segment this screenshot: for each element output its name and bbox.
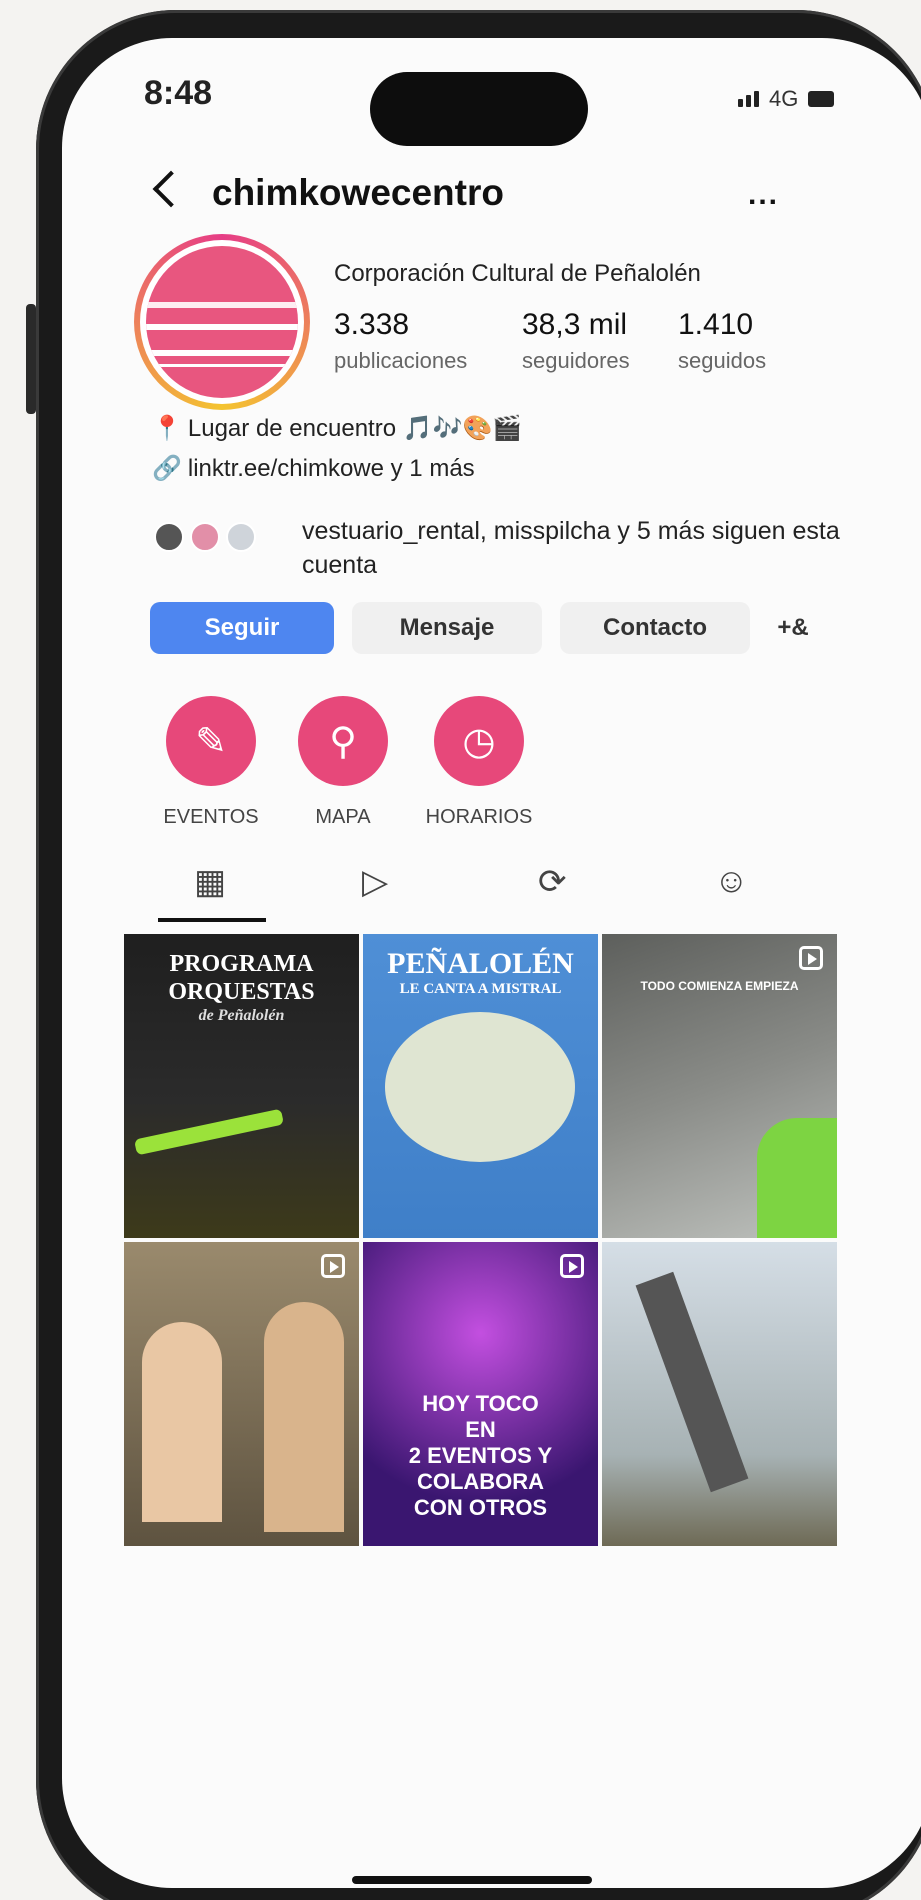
highlight-label: EVENTOS	[163, 806, 259, 828]
highlight-mapa[interactable]: ⚲ MAPA	[278, 696, 408, 829]
post-caption: PROGRAMA	[169, 951, 314, 977]
message-button[interactable]: Mensaje	[352, 602, 542, 654]
post-tile[interactable]: HOY TOCO EN 2 EVENTOS Y COLABORA CON OTR…	[363, 1242, 598, 1546]
stat-posts[interactable]: 3.338 publicaciones	[334, 308, 467, 374]
post-caption: EN	[465, 1417, 496, 1442]
profile-header: chimkowecentro ...	[62, 158, 921, 228]
stat-number: 38,3 mil	[522, 308, 628, 341]
contact-button[interactable]: Contacto	[560, 602, 750, 654]
home-indicator	[352, 1876, 592, 1884]
post-caption: 2 EVENTOS Y	[408, 1443, 553, 1468]
green-shape	[757, 1118, 837, 1238]
back-icon[interactable]	[152, 170, 190, 208]
profile-tabs: ▦ ▷ ⟳ ☺	[62, 844, 921, 914]
more-options-icon[interactable]: ...	[748, 178, 779, 212]
link-icon: 🔗	[152, 455, 182, 482]
post-caption: ORQUESTAS	[168, 979, 315, 1005]
status-indicators: 4G	[738, 86, 835, 112]
dynamic-island	[370, 72, 588, 146]
reposts-tab-icon[interactable]: ⟳	[538, 862, 567, 902]
post-tile[interactable]: TODO COMIENZA EMPIEZA	[602, 934, 837, 1238]
username-title: chimkowecentro	[212, 172, 504, 213]
post-caption: LE CANTA A MISTRAL	[399, 981, 562, 997]
bio-line: 📍 Lugar de encuentro 🎵🎶🎨🎬	[152, 414, 522, 443]
stat-label: seguidos	[678, 348, 767, 373]
bio-link[interactable]: linktr.ee/chimkowe y 1 más	[188, 455, 475, 482]
posts-grid: PROGRAMA ORQUESTAS de Peñalolén PEÑALOLÉ…	[62, 934, 921, 1546]
highlight-clock-icon: ◷	[434, 696, 524, 786]
battery-icon	[808, 91, 835, 107]
post-tile[interactable]	[124, 1242, 359, 1546]
grid-tab-icon[interactable]: ▦	[194, 862, 226, 902]
post-caption: TODO COMIENZA EMPIEZA	[640, 979, 799, 993]
status-time: 8:48	[144, 74, 213, 112]
post-tile[interactable]	[602, 1242, 837, 1546]
post-caption: PEÑALOLÉN	[387, 947, 574, 980]
stat-followers[interactable]: 38,3 mil seguidores	[522, 308, 630, 374]
status-bar: 8:48 4G	[62, 38, 921, 148]
tagged-tab-icon[interactable]: ☺	[714, 862, 749, 901]
stat-label: seguidores	[522, 348, 630, 373]
stat-label: publicaciones	[334, 348, 468, 373]
stat-number: 1.410	[678, 308, 754, 341]
mutual-followers-text[interactable]: vestuario_rental, misspilcha y 5 más sig…	[302, 514, 862, 582]
profile-name: Corporación Cultural de Peñalolén	[334, 260, 701, 287]
pole-shape	[635, 1271, 749, 1493]
stat-following[interactable]: 1.410 seguidos	[678, 308, 766, 374]
action-buttons: Seguir Mensaje Contacto +&	[150, 602, 818, 654]
highlight-eventos[interactable]: ✎ EVENTOS	[146, 696, 276, 829]
volume-button	[26, 304, 36, 414]
active-tab-indicator	[158, 918, 266, 922]
highlight-edit-icon: ✎	[166, 696, 256, 786]
person-shape	[142, 1322, 222, 1522]
signal-icon	[738, 91, 759, 107]
avatar-logo	[146, 246, 298, 398]
post-caption: COLABORA	[416, 1469, 545, 1494]
avatar[interactable]	[134, 234, 310, 410]
reel-icon	[321, 1254, 345, 1278]
highlight-horarios[interactable]: ◷ HORARIOS	[414, 696, 544, 829]
reel-icon	[560, 1254, 584, 1278]
person-shape	[264, 1302, 344, 1532]
instagram-profile-screen: 8:48 4G chimkowecentro ... Corporación C…	[62, 38, 921, 1888]
mutual-followers-avatars[interactable]	[154, 522, 256, 552]
trumpet-shape	[133, 1108, 285, 1156]
highlight-pin-icon: ⚲	[298, 696, 388, 786]
reels-tab-icon[interactable]: ▷	[362, 862, 388, 902]
pin-icon: 📍	[152, 415, 182, 442]
illustration	[385, 1012, 575, 1162]
post-tile[interactable]: PROGRAMA ORQUESTAS de Peñalolén	[124, 934, 359, 1238]
post-tile[interactable]: PEÑALOLÉN LE CANTA A MISTRAL	[363, 934, 598, 1238]
post-caption: HOY TOCO	[422, 1391, 539, 1416]
bio-text: Lugar de encuentro 🎵🎶🎨🎬	[187, 415, 523, 442]
stat-number: 3.338	[334, 308, 410, 341]
post-caption: de Peñalolén	[198, 1007, 285, 1024]
highlight-label: MAPA	[315, 806, 371, 828]
post-caption: CON OTROS	[413, 1495, 548, 1520]
follow-button[interactable]: Seguir	[150, 602, 334, 654]
carousel-icon	[799, 946, 823, 970]
add-person-icon[interactable]: +&	[768, 602, 818, 654]
highlight-label: HORARIOS	[425, 806, 533, 828]
bio-link-row[interactable]: 🔗 linktr.ee/chimkowe y 1 más	[152, 454, 475, 483]
network-label: 4G	[769, 86, 799, 111]
